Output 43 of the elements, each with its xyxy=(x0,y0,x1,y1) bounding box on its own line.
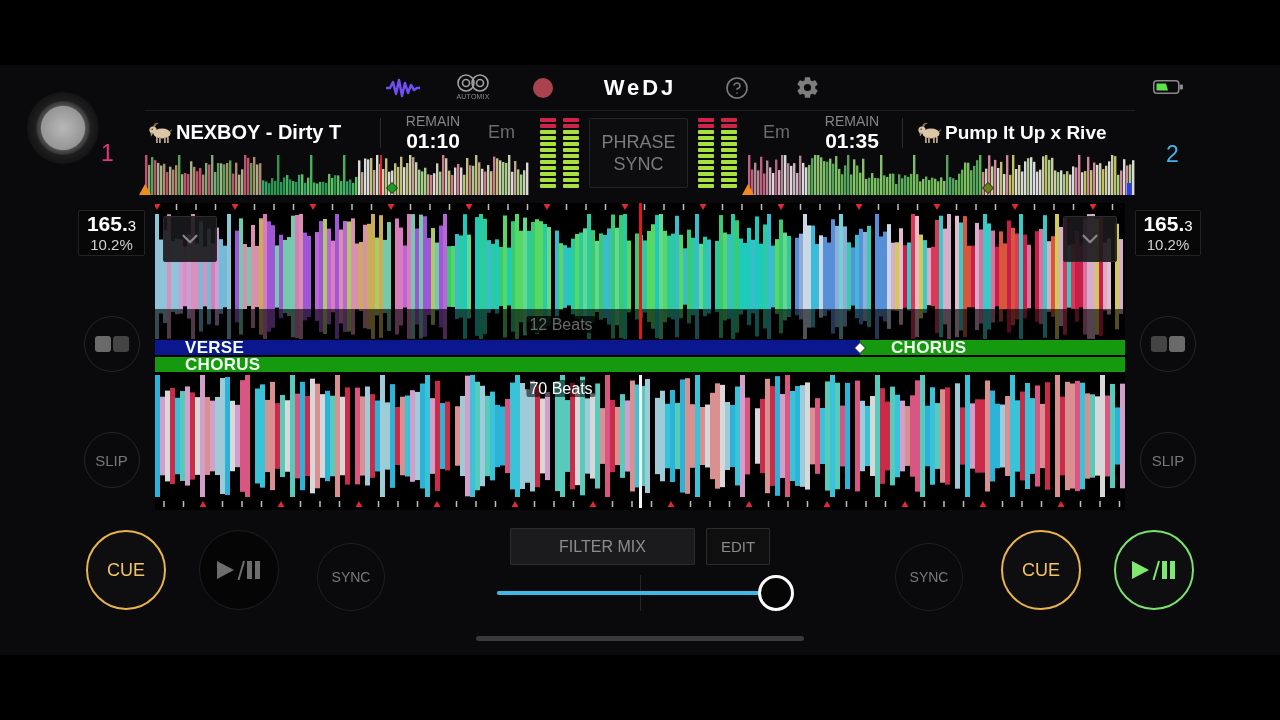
remaining-time: 01:35 xyxy=(825,128,879,152)
record-button[interactable] xyxy=(533,77,553,98)
two-squares-icon xyxy=(94,336,129,352)
diamond-marker-icon xyxy=(386,182,398,194)
remaining-time: 01:10 xyxy=(406,128,460,152)
deck-number: 1 xyxy=(101,140,114,166)
track-title: Pump It Up x Rive xyxy=(945,121,1107,144)
slider-thumb[interactable] xyxy=(758,575,795,611)
play-pause-icon xyxy=(217,560,261,580)
double-ring-icon xyxy=(457,74,489,92)
key-label: Em xyxy=(488,122,515,143)
track-title: NEXBOY - Dirty T xyxy=(176,121,342,144)
waveform-icon[interactable] xyxy=(385,77,421,98)
edit-button[interactable]: EDIT xyxy=(706,528,770,565)
triangle-marker-icon xyxy=(139,184,151,195)
battery-icon xyxy=(1153,80,1183,94)
app-logo: WeDJ xyxy=(602,74,678,101)
two-squares-icon xyxy=(1151,336,1185,352)
diamond-marker-icon xyxy=(982,182,994,194)
cue-button[interactable]: CUE xyxy=(1001,530,1081,610)
key-label: Em xyxy=(763,122,790,143)
filter-mix-button[interactable]: FILTER MIX xyxy=(510,528,695,565)
help-icon[interactable] xyxy=(725,75,749,100)
phrase-label: VERSE xyxy=(185,340,245,355)
pitch-readout: 10.2% xyxy=(1146,237,1190,253)
phrase-sync-button[interactable]: PHRASE SYNC xyxy=(589,118,688,188)
bpm-readout: 165.3 xyxy=(86,213,137,237)
cue-button[interactable]: CUE xyxy=(86,530,166,610)
triangle-marker-icon xyxy=(742,184,754,195)
remain-label: REMAIN xyxy=(405,113,461,129)
deck-number: 2 xyxy=(1166,141,1179,167)
phrase-label: CHORUS xyxy=(891,340,967,355)
goat-icon xyxy=(917,121,941,144)
phrase-label: CHORUS xyxy=(185,357,261,372)
bpm-readout: 165.3 xyxy=(1143,213,1193,237)
beat-count-label: 12 Beats xyxy=(526,316,596,333)
pitch-readout: 10.2% xyxy=(90,237,133,253)
diamond-marker-icon xyxy=(854,341,866,354)
beat-count-label: 70 Beats xyxy=(526,380,596,397)
play-pause-icon xyxy=(1132,560,1176,580)
goat-icon xyxy=(148,121,172,144)
remain-label: REMAIN xyxy=(824,113,880,129)
settings-icon[interactable] xyxy=(795,76,819,99)
